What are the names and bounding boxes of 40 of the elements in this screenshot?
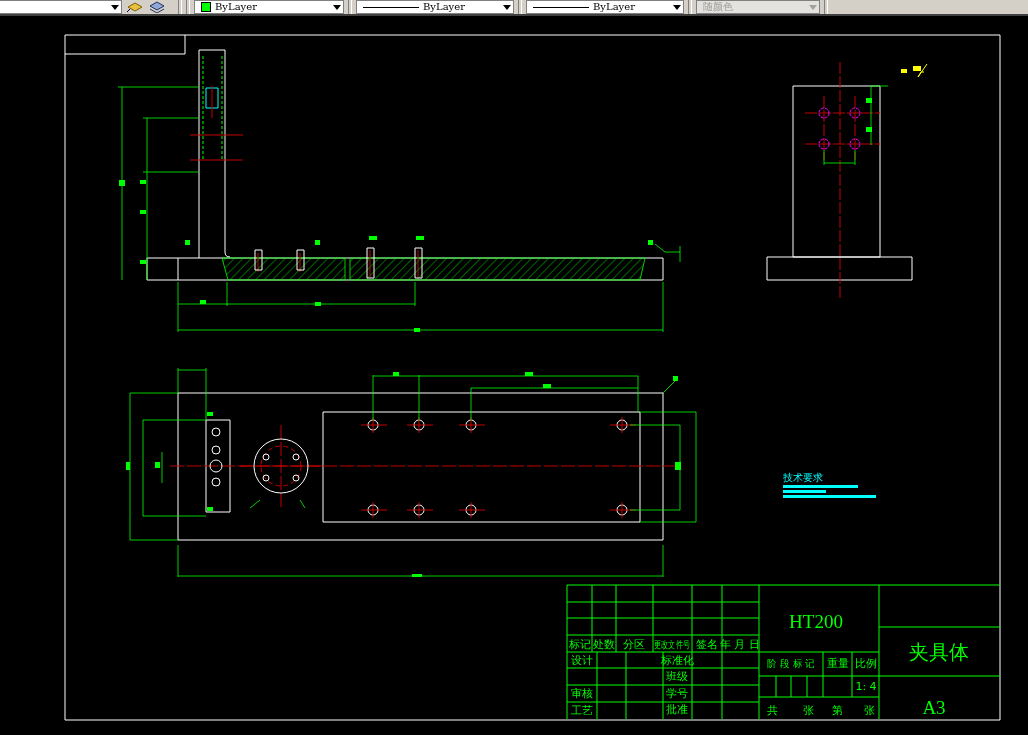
title-block-label: 阶 段 标 记 [767, 657, 815, 670]
title-block-label: 工艺 [571, 704, 593, 717]
line-sample [533, 6, 589, 8]
title-block-label: 张 [802, 704, 814, 717]
material-text: HT200 [789, 611, 843, 632]
title-block-label: 更改文件号 [653, 638, 691, 651]
title-block-label: 重量 [827, 657, 849, 670]
color-dropdown[interactable]: ByLayer [194, 0, 344, 14]
dropdown-arrow-icon [333, 4, 341, 10]
layers-icon[interactable] [148, 1, 166, 13]
title-block-label: 审核 [571, 687, 593, 700]
title-block-label: 第 [831, 704, 843, 717]
title-block-label: 批准 [666, 703, 688, 716]
layers-icon[interactable] [126, 1, 144, 13]
lineweight-dropdown[interactable]: ByLayer [526, 0, 684, 14]
title-block-label: 学号 [666, 687, 688, 700]
title-block-label: 设计 [571, 654, 593, 667]
dropdown-arrow-icon [503, 4, 511, 10]
title-block-label: 共 [766, 704, 778, 717]
line-sample [363, 6, 419, 8]
part-name-text: 夹具体 [909, 640, 969, 664]
linetype-dropdown[interactable]: ByLayer [356, 0, 514, 14]
sheet-size-text: A3 [922, 697, 946, 718]
title-block-label: 处数 [593, 638, 615, 651]
title-block-label: 标准化 [660, 654, 694, 667]
color-swatch [201, 2, 211, 12]
title-block-label: 比例 [855, 657, 877, 670]
layer-dropdown[interactable] [0, 0, 122, 14]
title-block-label: 年 月 日 [720, 638, 760, 651]
dropdown-arrow-icon [809, 4, 817, 10]
title-block-label: 标记 [569, 638, 591, 651]
title-block-label: 班级 [666, 670, 688, 683]
title-block-label: 张 [863, 704, 875, 717]
drawing-canvas[interactable]: 技术要求 标记 处数 分区 更改文件号 签名 年 月 日 设计 审核 工艺 标准化 班级 学号 批准 阶 段 标 记 重量 比例 1: 4 共 张 第 张 HT200 夹具体 A3 [0, 16, 1028, 735]
dropdown-arrow-icon [673, 4, 681, 10]
title-block-label: 分区 [623, 638, 645, 651]
notes-heading: 技术要求 [783, 472, 823, 483]
dropdown-arrow-icon [111, 4, 119, 10]
title-block-label: 签名 [696, 638, 718, 651]
scale-value: 1: 4 [855, 680, 877, 693]
